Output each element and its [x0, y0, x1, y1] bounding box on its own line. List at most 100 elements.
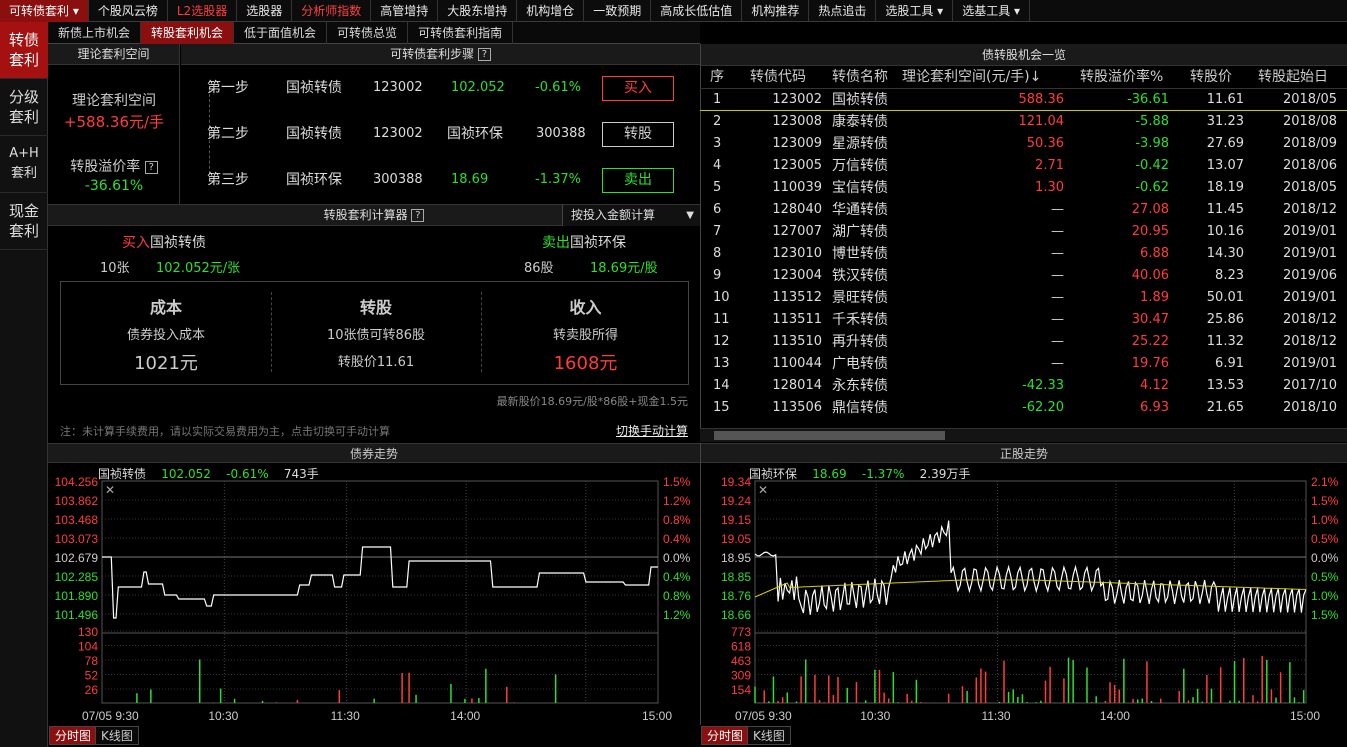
column-header[interactable]: 序 — [710, 67, 724, 88]
premium-value: -36.61% — [84, 178, 144, 194]
volume-tick-label: 154 — [731, 683, 751, 697]
nav-growth-value[interactable]: 高成长低估值 — [651, 0, 743, 22]
sell-button[interactable]: 卖出 — [602, 168, 674, 193]
step-name: 国祯转债 — [286, 80, 342, 96]
table-row[interactable]: 1 123002 国祯转债 588.36 -36.61 11.61 2018/05 — [700, 89, 1347, 111]
column-header[interactable]: 转债代码 — [750, 67, 806, 88]
nav-inst-recommend[interactable]: 机构推荐 — [742, 0, 810, 22]
table-row[interactable]: 4 123005 万信转债 2.71 -0.42 13.07 2018/06 — [700, 155, 1347, 177]
table-scrollbar[interactable] — [700, 428, 1347, 442]
nav-screener[interactable]: 选股器 — [237, 0, 293, 22]
conversion-price: 6.91 — [1215, 356, 1244, 371]
nav-fund-tools[interactable]: 选基工具 ▾ — [953, 0, 1031, 22]
sidebar-item-cash[interactable]: 现金 套利 — [0, 193, 48, 250]
y-tick-label-right: 1.0% — [1311, 589, 1339, 603]
step-label: 第三步 — [207, 172, 249, 188]
nav-convertible-arbitrage[interactable]: 可转债套利 ▾ — [0, 0, 89, 22]
y-tick-label-right: 0.8% — [663, 589, 691, 603]
arb-space: 588.36 — [1018, 92, 1065, 107]
top-nav: 可转债套利 ▾ 个股风云榜 L2选股器 选股器 分析师指数 高管增持 大股东增持… — [0, 0, 1347, 22]
tab-guide[interactable]: 可转债套利指南 — [408, 22, 514, 44]
help-icon[interactable]: ? — [144, 160, 158, 174]
table-row[interactable]: 10 113512 景旺转债 — 1.89 50.01 2019/01 — [700, 287, 1347, 309]
tab-new-bond[interactable]: 新债上市机会 — [48, 22, 142, 44]
nav-holder-increase[interactable]: 大股东增持 — [438, 0, 518, 22]
volume-tick-label: 26 — [85, 683, 99, 697]
nav-stock-tools[interactable]: 选股工具 ▾ — [876, 0, 954, 22]
conversion-price: 10.16 — [1206, 224, 1244, 239]
row-index: 5 — [713, 180, 722, 195]
arb-space: — — [1051, 290, 1064, 305]
bond-name: 博世转债 — [832, 246, 888, 262]
nav-hotspot[interactable]: 热点追击 — [809, 0, 877, 22]
help-icon[interactable]: ? — [477, 48, 491, 61]
convert-button[interactable]: 转股 — [602, 122, 674, 147]
table-row[interactable]: 2 123008 康泰转债 121.04 -5.88 31.23 2018/08 — [700, 111, 1347, 133]
sidebar-item-convertible[interactable]: 转债 套利 — [0, 22, 48, 79]
table-row[interactable]: 15 113506 鼎信转债 -62.20 6.93 21.65 2018/10 — [700, 397, 1347, 419]
volume-tick-label: 130 — [78, 625, 98, 639]
table-row[interactable]: 11 113511 千禾转债 — 30.47 25.86 2018/12 — [700, 309, 1347, 331]
bond-name: 宝信转债 — [832, 180, 888, 196]
bond-tab-kline[interactable]: K线图 — [95, 726, 139, 745]
time-label: 07/05 9:30 — [735, 709, 792, 723]
bond-code: 127007 — [772, 224, 822, 239]
conv-sub: 10张债可转86股 — [326, 328, 426, 343]
stock-tab-intraday[interactable]: 分时图 — [701, 726, 750, 745]
calc-note: 注：未计算手续费用，请以实际交易费用为主，点击切换可手动计算 — [60, 425, 390, 438]
table-row[interactable]: 9 123004 铁汉转债 — 40.06 8.23 2019/06 — [700, 265, 1347, 287]
column-header[interactable]: 转股起始日 — [1258, 67, 1328, 88]
table-row[interactable]: 12 113510 再升转债 — 25.22 11.32 2018/12 — [700, 331, 1347, 353]
stock-tab-kline[interactable]: K线图 — [747, 726, 791, 745]
nav-analyst-index[interactable]: 分析师指数 — [292, 0, 372, 22]
calc-summary-box: 成本 债券投入成本 1021元 转股 10张债可转86股 转股价11.61 收入… — [60, 281, 689, 385]
bond-tab-intraday[interactable]: 分时图 — [49, 726, 98, 745]
price-line — [754, 520, 1307, 615]
table-row[interactable]: 14 128014 永东转债 -42.33 4.12 13.53 2017/10 — [700, 375, 1347, 397]
sidebar-item-graded[interactable]: 分级 套利 — [0, 79, 48, 136]
column-header[interactable]: 转股价 — [1190, 67, 1232, 88]
step-code2: 300388 — [536, 126, 586, 141]
table-row[interactable]: 7 127007 湖广转债 — 20.95 10.16 2019/01 — [700, 221, 1347, 243]
sidebar-item-ah[interactable]: A+H 套利 — [0, 136, 48, 193]
bond-code: 113511 — [772, 312, 822, 327]
calc-mode-select[interactable]: 按投入金额计算 ▼ — [562, 205, 700, 226]
nav-consensus[interactable]: 一致预期 — [584, 0, 652, 22]
tab-overview[interactable]: 可转债总览 — [327, 22, 409, 44]
bond-code: 123009 — [772, 136, 822, 151]
nav-l2-screener[interactable]: L2选股器 — [168, 0, 238, 22]
arb-space: -42.33 — [1022, 378, 1064, 393]
premium-rate: 1.89 — [1140, 290, 1169, 305]
table-row[interactable]: 8 123010 博世转债 — 6.88 14.30 2019/01 — [700, 243, 1347, 265]
conversion-start: 2019/01 — [1282, 224, 1337, 239]
premium-rate: -3.98 — [1135, 136, 1169, 151]
bond-code: 123005 — [772, 158, 822, 173]
tab-below-par[interactable]: 低于面值机会 — [234, 22, 328, 44]
conv-value: 转股价11.61 — [337, 355, 415, 370]
nav-inst-increase[interactable]: 机构增仓 — [517, 0, 585, 22]
table-row[interactable]: 3 123009 星源转债 50.36 -3.98 27.69 2018/09 — [700, 133, 1347, 155]
column-header[interactable]: 理论套利空间(元/手)↓ — [902, 67, 1041, 88]
row-index: 4 — [713, 158, 722, 173]
volume-tick-label: 463 — [731, 654, 751, 668]
conversion-price: 14.30 — [1206, 246, 1244, 261]
row-index: 13 — [713, 356, 730, 371]
bond-name: 千禾转债 — [832, 312, 888, 328]
buy-button[interactable]: 买入 — [602, 76, 674, 101]
tab-conversion-arb[interactable]: 转股套利机会 — [141, 22, 235, 44]
help-icon[interactable]: ? — [411, 209, 425, 222]
switch-manual-link[interactable]: 切换手动计算 — [616, 422, 688, 439]
table-row[interactable]: 13 110044 广电转债 — 19.76 6.91 2019/01 — [700, 353, 1347, 375]
arb-space: 50.36 — [1026, 136, 1064, 151]
arb-space: 2.71 — [1035, 158, 1064, 173]
nav-exec-increase[interactable]: 高管增持 — [371, 0, 439, 22]
table-row[interactable]: 6 128040 华通转债 — 27.08 11.45 2018/12 — [700, 199, 1347, 221]
volume-tick-label: 618 — [731, 640, 751, 654]
column-header[interactable]: 转股溢价率% — [1080, 67, 1163, 88]
nav-stock-board[interactable]: 个股风云榜 — [89, 0, 168, 22]
y-tick-label-right: 0.4% — [663, 532, 691, 546]
table-row[interactable]: 5 110039 宝信转债 1.30 -0.62 18.19 2018/05 — [700, 177, 1347, 199]
conversion-price: 27.69 — [1206, 136, 1244, 151]
column-header[interactable]: 转债名称 — [832, 67, 888, 88]
scrollbar-thumb[interactable] — [714, 431, 945, 440]
